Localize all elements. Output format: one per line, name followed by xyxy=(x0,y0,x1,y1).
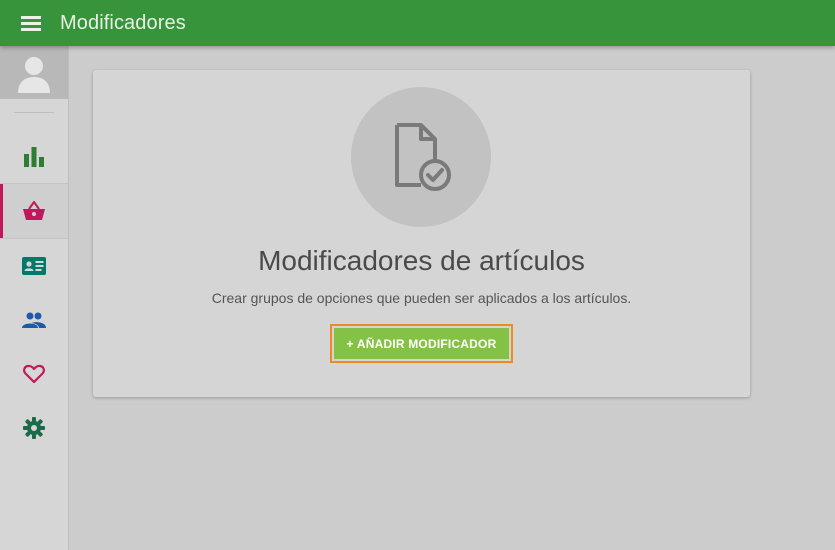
app-bar: Modificadores xyxy=(0,0,835,46)
empty-state-card: Modificadores de artículos Crear grupos … xyxy=(93,70,750,397)
sidebar-item-reports[interactable] xyxy=(0,129,68,183)
add-modifier-button[interactable]: + AÑADIR MODIFICADOR xyxy=(330,324,513,363)
avatar[interactable] xyxy=(0,46,68,99)
sidebar-item-settings[interactable] xyxy=(0,401,68,455)
page-title: Modificadores xyxy=(60,11,186,34)
heart-icon xyxy=(23,364,45,384)
gear-icon xyxy=(23,417,45,439)
add-modifier-button-label: + AÑADIR MODIFICADOR xyxy=(334,328,509,359)
sidebar-item-loyalty[interactable] xyxy=(0,347,68,401)
empty-state-icon-circle xyxy=(351,87,491,227)
people-icon xyxy=(22,312,46,328)
document-check-icon xyxy=(395,123,451,191)
empty-state-title: Modificadores de artículos xyxy=(258,245,585,276)
menu-icon[interactable] xyxy=(16,8,46,38)
basket-icon xyxy=(23,201,45,220)
sidebar-item-items[interactable] xyxy=(0,183,68,239)
sidebar xyxy=(0,46,69,550)
id-card-icon xyxy=(22,257,46,275)
bar-chart-icon xyxy=(24,147,44,167)
user-avatar-icon xyxy=(18,56,50,93)
empty-state-description: Crear grupos de opciones que pueden ser … xyxy=(211,290,632,306)
sidebar-item-customers[interactable] xyxy=(0,293,68,347)
sidebar-divider xyxy=(14,112,54,113)
sidebar-item-employees[interactable] xyxy=(0,239,68,293)
